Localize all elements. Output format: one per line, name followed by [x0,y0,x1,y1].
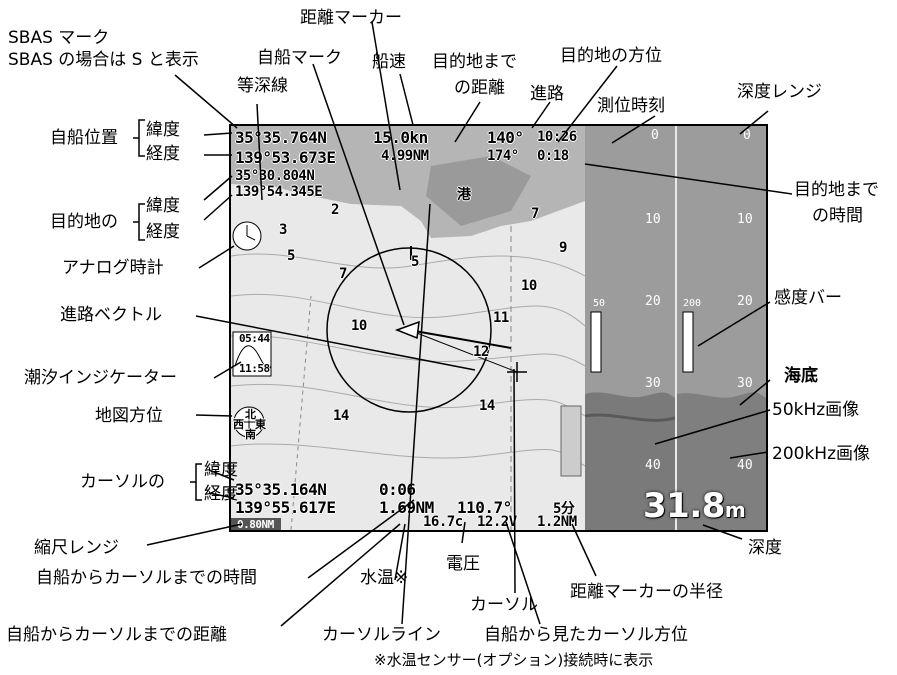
label-analog-clock: アナログ時計 [62,258,164,278]
label-voltage: 電圧 [446,554,480,574]
label-own-ship-mark: 自船マーク [257,48,342,68]
label-sbas-mark: SBAS マーク [8,28,110,48]
label-sensitivity-bar: 感度バー [774,288,842,308]
label-tide-indicator: 潮汐インジケーター [24,368,177,388]
label-dest-bearing: 目的地の方位 [560,46,662,66]
label-cursor-bearing: 自船から見たカーソル方位 [484,625,688,645]
label-course-vector: 進路ベクトル [60,305,162,325]
label-distance-marker: 距離マーカー [300,8,402,28]
label-isobath: 等深線 [237,76,288,96]
label-chart-orientation: 地図方位 [95,406,163,426]
label-dest-distance-1: 目的地まで [432,52,517,72]
label-own-lat: 緯度 [146,120,180,140]
label-dest-time-2: の時間 [812,206,863,226]
label-depth: 深度 [748,538,782,558]
label-cursor: カーソル [470,595,538,615]
footnote: ※水温センサー(オプション)接続時に表示 [374,651,654,669]
label-time-to-cursor: 自船からカーソルまでの時間 [36,568,257,588]
label-cursor-of: カーソルの [80,472,165,492]
label-water-temp: 水温※ [360,568,409,588]
label-dest-distance-2: の距離 [454,78,505,98]
label-own-lon: 経度 [146,144,180,164]
label-boat-speed: 船速 [372,52,406,72]
label-destination-of: 目的地の [50,212,118,232]
diagram: 0 10 20 30 40 0 10 20 30 40 50 200 35°35… [0,0,897,675]
label-dest-lon: 経度 [146,222,180,242]
label-50khz: 50kHz画像 [772,400,860,420]
label-scale-range: 縮尺レンジ [34,538,119,558]
label-dest-time-1: 目的地まで [794,180,879,200]
label-distance-to-cursor: 自船からカーソルまでの距離 [6,625,227,645]
label-own-position: 自船位置 [50,128,118,148]
label-cursor-line: カーソルライン [322,625,441,645]
label-dest-lat: 緯度 [146,196,180,216]
label-depth-range: 深度レンジ [737,82,822,102]
label-200khz: 200kHz画像 [772,444,870,464]
label-cursor-lat: 緯度 [204,460,238,480]
label-fix-time: 測位時刻 [597,96,665,116]
label-marker-radius: 距離マーカーの半径 [570,582,723,602]
label-seabed: 海底 [784,366,818,386]
label-cursor-lon: 経度 [204,484,238,504]
label-sbas-note: SBAS の場合は S と表示 [8,50,199,70]
label-course: 進路 [530,84,564,104]
